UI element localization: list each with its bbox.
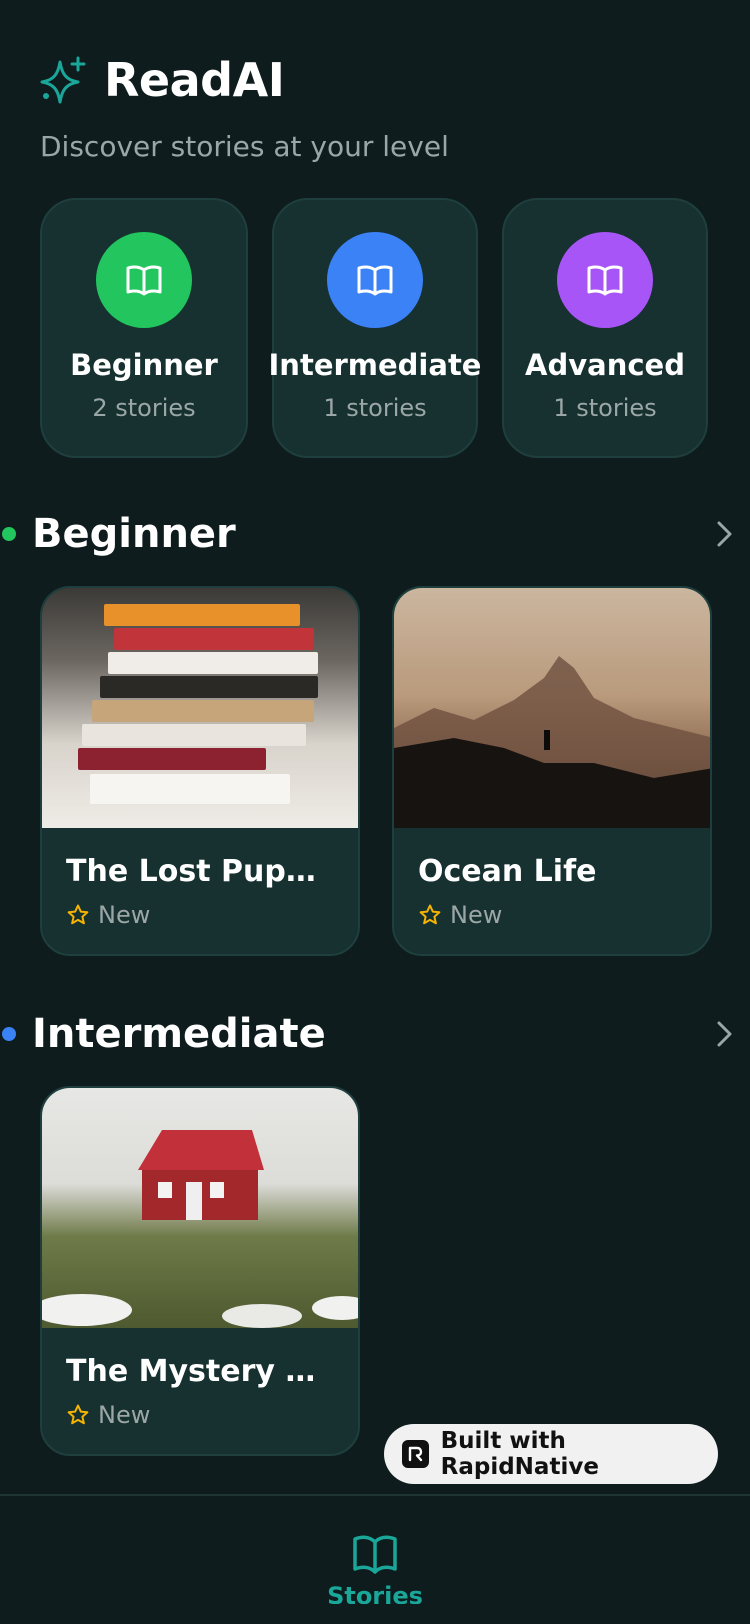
app-subtitle: Discover stories at your level <box>40 130 449 163</box>
level-count: 1 stories <box>553 394 657 422</box>
badge-label: Built with RapidNative <box>440 1428 599 1480</box>
level-card-advanced[interactable]: Advanced 1 stories <box>502 198 708 458</box>
story-title: The Lost Puppy <box>66 854 326 889</box>
story-title: The Mystery of t... <box>66 1354 326 1389</box>
story-tag: New <box>66 1401 358 1429</box>
story-title: Ocean Life <box>418 854 597 889</box>
sparkle-icon <box>40 56 86 104</box>
story-cover-image <box>42 588 358 828</box>
star-icon <box>67 1404 89 1425</box>
star-icon <box>67 904 89 925</box>
tab-stories[interactable]: Stories <box>325 1530 425 1604</box>
book-open-icon <box>587 265 623 296</box>
section-dot <box>2 527 16 541</box>
level-name: Intermediate <box>268 348 482 382</box>
story-card[interactable]: Ocean Life New <box>392 586 712 956</box>
story-cover-image <box>42 1088 358 1328</box>
section-title: Beginner <box>32 511 236 557</box>
rapidnative-logo-icon <box>402 1440 429 1468</box>
app-title: ReadAI <box>104 53 285 107</box>
book-open-icon <box>353 1535 397 1574</box>
chevron-right-icon[interactable] <box>708 1018 740 1050</box>
story-tag-label: New <box>98 1401 151 1429</box>
brand: ReadAI <box>40 52 449 108</box>
tab-label: Stories <box>327 1582 423 1604</box>
story-card[interactable]: The Mystery of t... New <box>40 1086 360 1456</box>
section-header-beginner[interactable]: Beginner <box>0 506 750 562</box>
story-tag: New <box>418 901 710 929</box>
star-icon <box>419 904 441 925</box>
section-title: Intermediate <box>32 1011 326 1057</box>
section-header-intermediate[interactable]: Intermediate <box>0 1006 750 1062</box>
book-open-icon <box>126 265 162 296</box>
story-tag-label: New <box>450 901 503 929</box>
level-count: 1 stories <box>323 394 427 422</box>
level-name: Beginner <box>70 348 218 382</box>
section-dot <box>2 1027 16 1041</box>
level-count: 2 stories <box>92 394 196 422</box>
story-tag-label: New <box>98 901 151 929</box>
book-open-icon <box>357 265 393 296</box>
story-tag: New <box>66 901 358 929</box>
level-icon-circle <box>327 232 423 328</box>
built-with-badge[interactable]: Built with RapidNative <box>384 1424 718 1484</box>
chevron-right-icon[interactable] <box>708 518 740 550</box>
level-selector: Beginner 2 stories Intermediate 1 storie… <box>40 198 708 458</box>
story-cover-image <box>394 588 710 828</box>
level-icon-circle <box>557 232 653 328</box>
level-card-intermediate[interactable]: Intermediate 1 stories <box>269 198 481 458</box>
level-icon-circle <box>96 232 192 328</box>
header: ReadAI Discover stories at your level <box>40 52 449 163</box>
level-name: Advanced <box>525 348 685 382</box>
bottom-tab-bar: Stories <box>0 1494 750 1624</box>
level-card-beginner[interactable]: Beginner 2 stories <box>40 198 248 458</box>
story-card[interactable]: The Lost Puppy New <box>40 586 360 956</box>
